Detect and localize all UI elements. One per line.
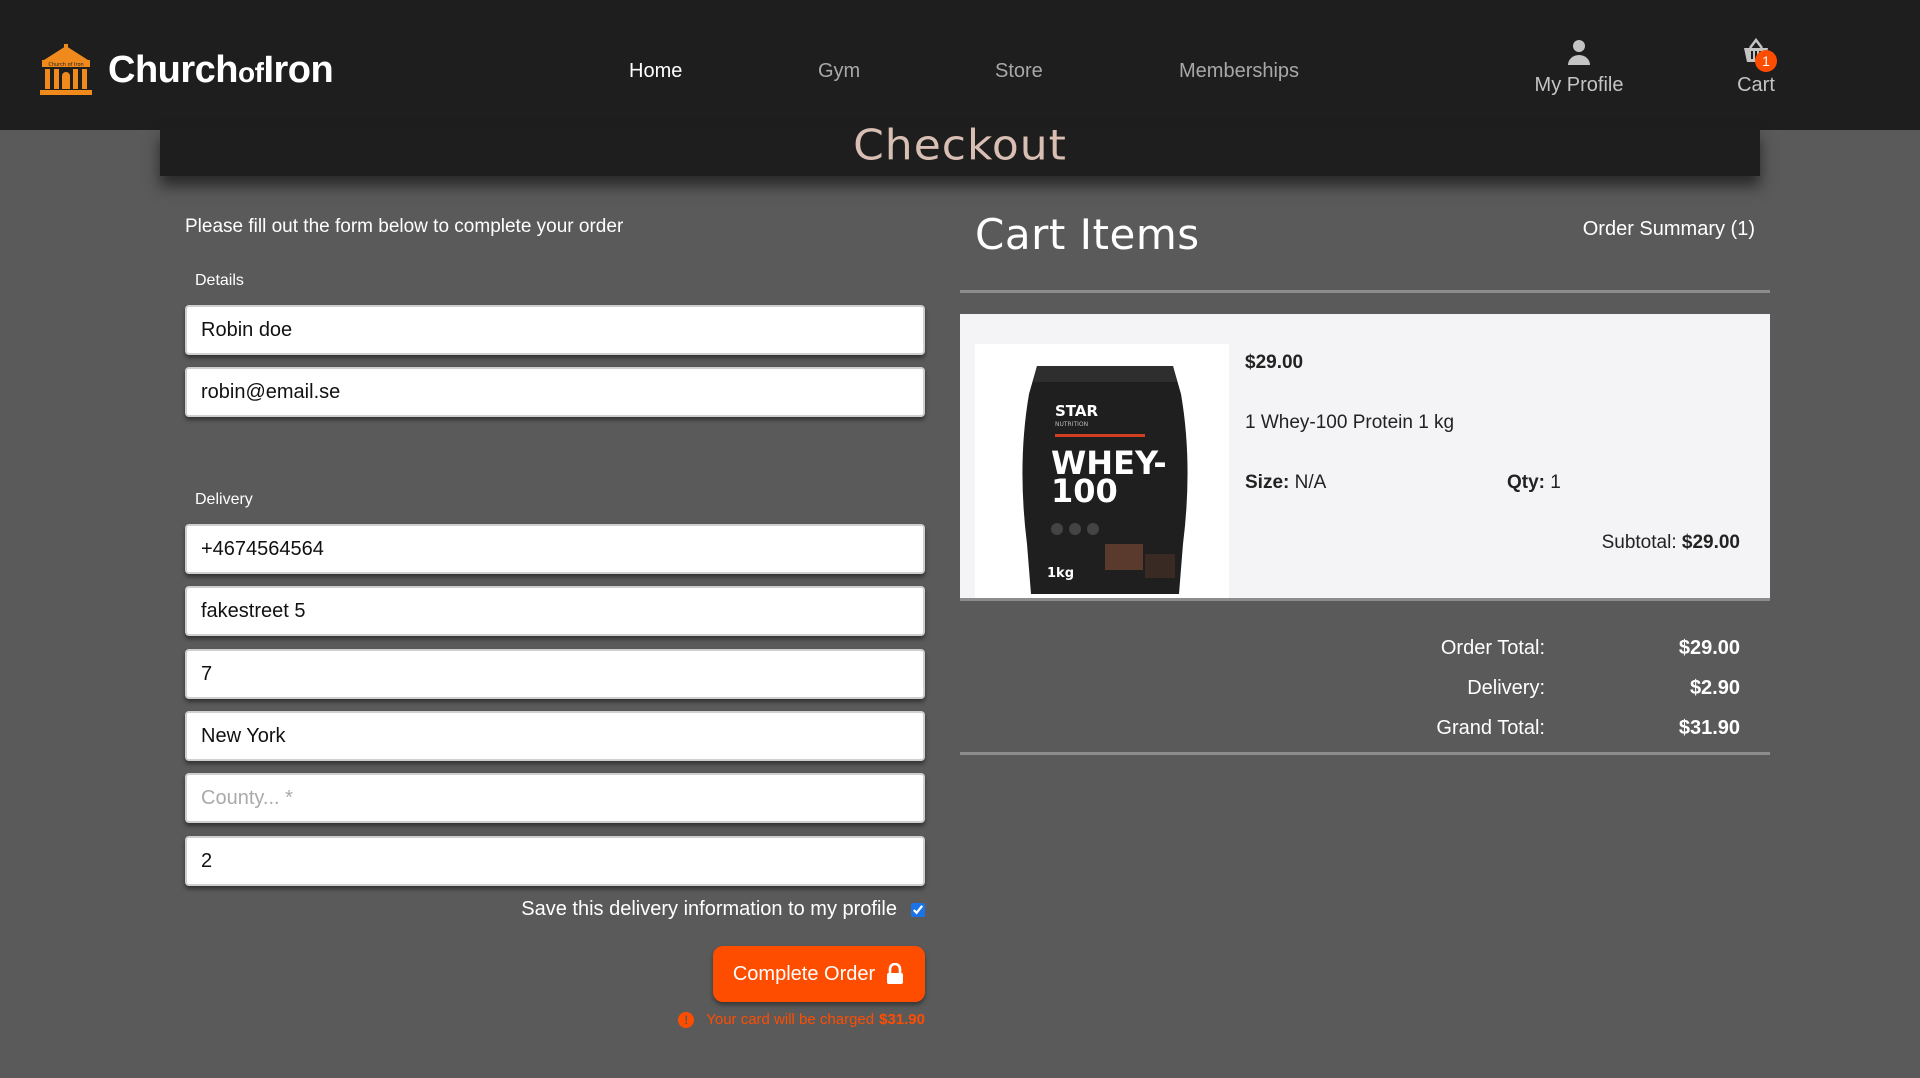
- item-qty: Qty: 1: [1507, 472, 1561, 493]
- cart-count-badge: 1: [1755, 50, 1777, 72]
- page-title: Checkout: [853, 121, 1067, 170]
- nav-gym[interactable]: Gym: [818, 60, 860, 83]
- nav-home[interactable]: Home: [629, 60, 682, 83]
- complete-order-label: Complete Order: [732, 962, 876, 985]
- postal-code-input[interactable]: [185, 836, 925, 886]
- phone-input[interactable]: [185, 524, 925, 574]
- complete-order-button[interactable]: Complete Order: [713, 946, 925, 1002]
- svg-text:100: 100: [1051, 472, 1118, 510]
- nav-memberships[interactable]: Memberships: [1179, 60, 1299, 83]
- cart-item: STAR NUTRITION WHEY- 100 1kg $29.00 1 Wh…: [960, 314, 1770, 598]
- cart-link[interactable]: 1 Cart: [1725, 37, 1787, 97]
- cart-items-title: Cart Items: [975, 210, 1200, 259]
- street-address-input[interactable]: [185, 586, 925, 636]
- order-totals: Order Total: $29.00 Delivery: $2.90 Grand …: [1300, 628, 1740, 748]
- warning-icon: !: [678, 1011, 695, 1028]
- save-info-label: Save this delivery information to my pro…: [521, 898, 897, 920]
- charge-notice: ! Your card will be charged $31.90: [660, 1011, 925, 1028]
- city-input[interactable]: [185, 711, 925, 761]
- svg-text:NUTRITION: NUTRITION: [1055, 421, 1088, 428]
- save-info-checkbox[interactable]: [911, 902, 925, 917]
- form-intro: Please fill out the form below to comple…: [185, 216, 624, 237]
- order-total-row: Order Total: $29.00: [1440, 636, 1740, 659]
- user-icon: [1524, 38, 1634, 72]
- email-input[interactable]: [185, 367, 925, 417]
- product-brand-text: STAR: [1055, 402, 1098, 420]
- full-name-input[interactable]: [185, 305, 925, 355]
- save-info-row[interactable]: Save this delivery information to my pro…: [500, 898, 925, 921]
- nav-store[interactable]: Store: [995, 60, 1043, 83]
- details-label: Details: [195, 272, 244, 289]
- charge-notice-text: Your card will be charged: [706, 1011, 875, 1028]
- cart-label: Cart: [1737, 74, 1775, 96]
- delivery-label: Delivery: [195, 491, 253, 508]
- delivery-row: Delivery: $2.90: [1467, 676, 1740, 699]
- item-price: $29.00: [1245, 352, 1304, 373]
- navbar: Church of Iron ChurchofIron Home Gym Sto…: [0, 0, 1920, 130]
- my-profile-link[interactable]: My Profile: [1524, 38, 1634, 97]
- charge-amount: $31.90: [879, 1011, 925, 1028]
- my-profile-label: My Profile: [1534, 74, 1624, 96]
- checkout-header: Checkout: [160, 121, 1760, 176]
- grand-total-row: Grand Total: $31.90: [1436, 716, 1740, 739]
- county-input[interactable]: [185, 773, 925, 823]
- divider: [960, 598, 1770, 601]
- product-image[interactable]: STAR NUTRITION WHEY- 100 1kg: [975, 344, 1229, 598]
- order-summary-label: Order Summary (1): [1582, 218, 1755, 240]
- divider: [960, 290, 1770, 293]
- item-subtotal: Subtotal: $29.00: [1601, 532, 1740, 553]
- lock-icon: [887, 963, 904, 984]
- basket-icon: 1: [1725, 37, 1787, 72]
- divider: [960, 752, 1770, 755]
- street-address-2-input[interactable]: [185, 649, 925, 699]
- svg-text:1kg: 1kg: [1047, 566, 1074, 581]
- item-size: Size: N/A: [1245, 472, 1327, 493]
- item-name: 1 Whey-100 Protein 1 kg: [1245, 412, 1455, 433]
